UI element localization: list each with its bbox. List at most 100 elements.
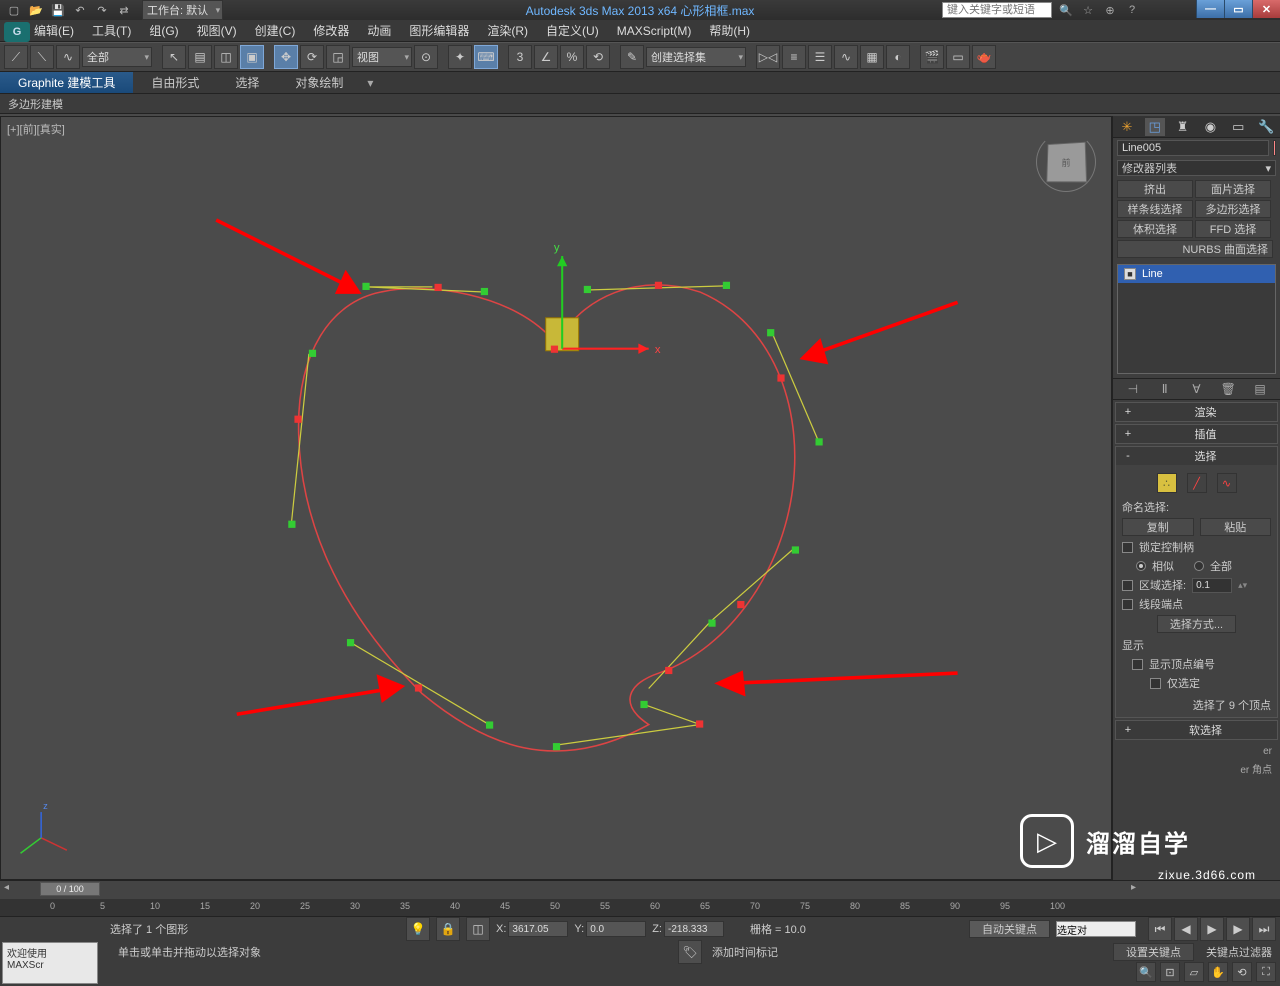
link-icon[interactable]: ⇄ [116,2,132,18]
rollout-softsel[interactable]: +软选择 [1116,721,1277,739]
lock-selection-icon[interactable]: 💡 [406,917,430,941]
coord-z-input[interactable] [664,921,724,937]
rotate-icon[interactable]: ⟳ [300,45,324,69]
object-color-swatch[interactable] [1273,140,1276,156]
named-selection-dropdown[interactable]: 创建选择集 [646,47,746,67]
menu-help[interactable]: 帮助(H) [709,22,750,39]
app-logo[interactable]: G [4,22,30,42]
segment-end-checkbox[interactable] [1122,599,1133,610]
redo-icon[interactable]: ↷ [94,2,110,18]
menu-maxscript[interactable]: MAXScript(M) [617,24,692,38]
autokey-button[interactable]: 自动关键点 [969,920,1050,938]
show-vnum-checkbox[interactable] [1132,659,1143,670]
nav-fov-icon[interactable]: ▱ [1184,962,1204,982]
select-region-icon[interactable]: ◫ [214,45,238,69]
add-time-tag[interactable]: 添加时间标记 [712,944,778,960]
qbtn-nurbs[interactable]: NURBS 曲面选择 [1117,240,1273,258]
select-name-icon[interactable]: ▤ [188,45,212,69]
qbtn-spline-select[interactable]: 样条线选择 [1117,200,1193,218]
maximize-button[interactable]: ▭ [1224,0,1252,18]
coord-x-input[interactable] [508,921,568,937]
schematic-icon[interactable]: ▦ [860,45,884,69]
menu-views[interactable]: 视图(V) [197,22,237,39]
minimize-button[interactable]: — [1196,0,1224,18]
iso-icon[interactable]: ◫ [466,917,490,941]
panel-tab-utilities[interactable]: 🔧 [1256,118,1276,136]
object-name-input[interactable] [1117,140,1269,156]
stack-show-icon[interactable]: Ⅱ [1156,380,1174,398]
lock-icon[interactable]: 🔒 [436,917,460,941]
stack-remove-icon[interactable]: 🗑 [1219,380,1237,398]
menu-edit[interactable]: 编辑(E) [34,22,74,39]
radio-all[interactable] [1194,561,1204,571]
ribbon-tab-paint[interactable]: 对象绘制 [277,72,361,93]
percent-snap-icon[interactable]: % [560,45,584,69]
ribbon-tab-selection[interactable]: 选择 [217,72,277,93]
next-frame-icon[interactable]: ▶ [1226,917,1250,941]
rollout-render[interactable]: +渲染 [1116,403,1277,421]
subobj-spline-icon[interactable]: ∿ [1217,473,1237,493]
menu-create[interactable]: 创建(C) [255,22,296,39]
menu-tools[interactable]: 工具(T) [92,22,131,39]
radio-similar[interactable] [1136,561,1146,571]
unlink-icon[interactable]: ⟍ [30,45,54,69]
align-icon[interactable]: ≡ [782,45,806,69]
area-select-spinner[interactable]: 0.1 [1192,578,1232,593]
qbtn-patch-select[interactable]: 面片选择 [1195,180,1271,198]
save-icon[interactable]: 💾 [50,2,66,18]
menu-graph[interactable]: 图形编辑器 [409,22,469,39]
curve-editor-icon[interactable]: ∿ [834,45,858,69]
stack-item-line[interactable]: ■Line [1118,265,1275,283]
viewport-front[interactable]: [+][前][真实] 前 [0,116,1112,880]
nav-pan-icon[interactable]: ✋ [1208,962,1228,982]
qbtn-ffd-select[interactable]: FFD 选择 [1195,220,1271,238]
select-by-button[interactable]: 选择方式... [1157,615,1236,633]
modifier-list-dropdown[interactable]: 修改器列表 [1117,160,1276,176]
manip-icon[interactable]: ✦ [448,45,472,69]
material-editor-icon[interactable]: ◐ [886,45,910,69]
rollout-selection[interactable]: -选择 [1116,447,1277,465]
bind-icon[interactable]: ∿ [56,45,80,69]
render-setup-icon[interactable]: 🎬 [920,45,944,69]
ribbon-expand-icon[interactable]: ▾ [361,76,379,90]
scale-icon[interactable]: ◲ [326,45,350,69]
workspace-dropdown[interactable]: 工作台: 默认 [142,0,223,20]
help-star-icon[interactable]: ☆ [1080,2,1096,18]
new-icon[interactable]: ▢ [6,2,22,18]
qbtn-vol-select[interactable]: 体积选择 [1117,220,1193,238]
panel-tab-create[interactable]: ✳ [1117,118,1137,136]
nav-orbit-icon[interactable]: ⟲ [1232,962,1252,982]
refcoord-dropdown[interactable]: 视图 [352,47,412,67]
lock-handles-checkbox[interactable] [1122,542,1133,553]
ribbon-tab-freeform[interactable]: 自由形式 [133,72,217,93]
ribbon-tab-graphite[interactable]: Graphite 建模工具 [0,72,133,93]
spinner-snap-icon[interactable]: ⟲ [586,45,610,69]
named-sets-edit-icon[interactable]: ✎ [620,45,644,69]
panel-tab-hierarchy[interactable]: ♜ [1173,118,1193,136]
selection-filter-dropdown[interactable]: 全部 [82,47,152,67]
coord-y-input[interactable] [586,921,646,937]
nav-max-icon[interactable]: ⛶ [1256,962,1276,982]
menu-animation[interactable]: 动画 [367,22,391,39]
snap-toggle-icon[interactable]: 3 [508,45,532,69]
select-object-icon[interactable]: ↖ [162,45,186,69]
render-prod-icon[interactable]: 🫖 [972,45,996,69]
help-comm-icon[interactable]: ⊕ [1102,2,1118,18]
subobj-segment-icon[interactable]: ╱ [1187,473,1207,493]
stack-pin-icon[interactable]: ⊣ [1124,380,1142,398]
paste-button[interactable]: 粘贴 [1200,518,1272,536]
window-crossing-icon[interactable]: ▣ [240,45,264,69]
copy-button[interactable]: 复制 [1122,518,1194,536]
layers-icon[interactable]: ☰ [808,45,832,69]
qbtn-extrude[interactable]: 挤出 [1117,180,1193,198]
time-slider-thumb[interactable]: 0 / 100 [40,882,100,896]
pivot-icon[interactable]: ⊙ [414,45,438,69]
menu-modifiers[interactable]: 修改器 [313,22,349,39]
menu-group[interactable]: 组(G) [149,22,178,39]
close-button[interactable]: ✕ [1252,0,1280,18]
play-icon[interactable]: ▶ [1200,917,1224,941]
nav-zoom-icon[interactable]: 🔍 [1136,962,1156,982]
menu-rendering[interactable]: 渲染(R) [487,22,528,39]
help-search-input[interactable] [942,2,1052,18]
subobj-vertex-icon[interactable]: ∴ [1157,473,1177,493]
